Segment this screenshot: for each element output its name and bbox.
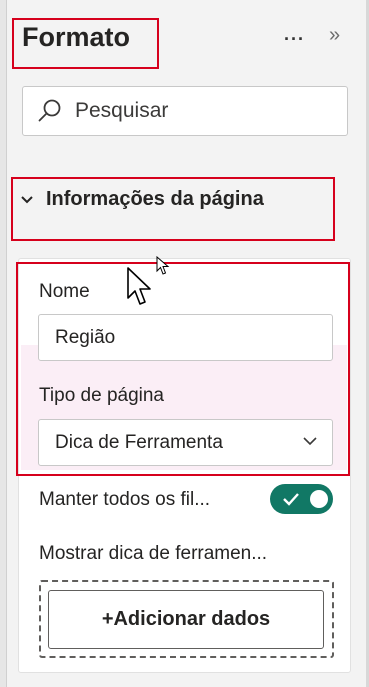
chevron-down-icon [21, 195, 33, 203]
name-value: Região [55, 326, 116, 348]
pane-left-edge [0, 0, 7, 687]
search-icon [38, 99, 61, 122]
name-input[interactable]: Região [38, 314, 333, 361]
section-title: Informações da página [46, 188, 264, 210]
search-placeholder: Pesquisar [75, 99, 169, 122]
check-icon [283, 493, 299, 506]
chevron-down-icon [303, 437, 317, 446]
page-type-label: Tipo de página [39, 385, 165, 406]
section-header-page-info[interactable]: Informações da página [20, 188, 264, 211]
search-box[interactable]: Pesquisar [22, 86, 348, 136]
page-type-dropdown[interactable]: Dica de Ferramenta [38, 419, 333, 466]
name-label: Nome [39, 281, 90, 302]
expand-pane-icon[interactable]: » [329, 25, 340, 45]
show-tooltip-label: Mostrar dica de ferramen... [39, 543, 268, 564]
add-data-button[interactable]: +Adicionar dados [48, 590, 324, 649]
toggle-knob [310, 490, 328, 508]
keep-filters-toggle[interactable] [270, 484, 333, 514]
page-type-value: Dica de Ferramenta [55, 431, 223, 453]
mouse-cursor-icon [127, 267, 151, 305]
pane-title: Formato [22, 22, 130, 52]
keep-filters-label: Manter todos os fil... [39, 489, 211, 510]
mouse-cursor-small-icon [156, 256, 170, 275]
more-options-icon[interactable]: ··· [284, 30, 305, 48]
